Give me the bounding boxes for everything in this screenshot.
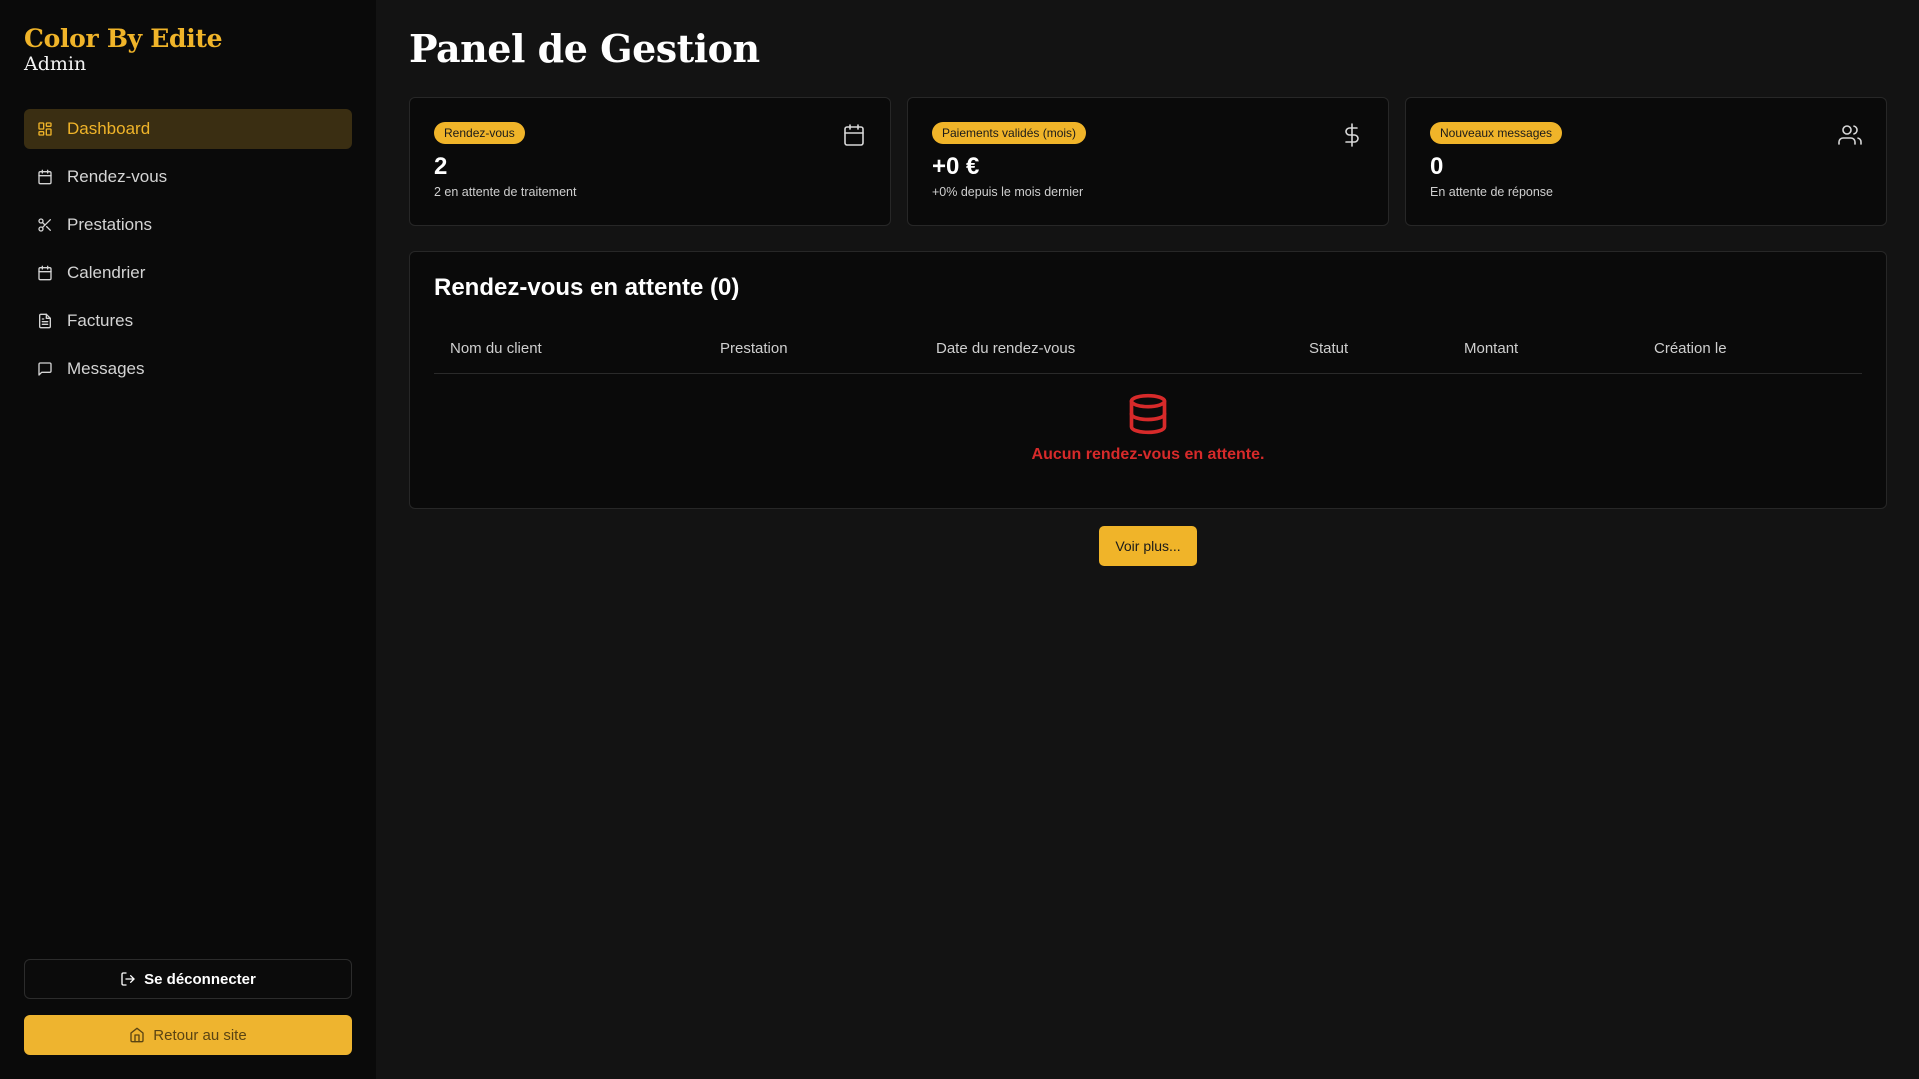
panel-title: Rendez-vous en attente (0) <box>434 274 740 301</box>
stat-subtext: En attente de réponse <box>1430 185 1554 199</box>
see-more-button[interactable]: Voir plus... <box>1099 526 1197 566</box>
logout-button[interactable]: Se déconnecter <box>24 959 352 999</box>
stat-card-messages: Nouveaux messages 0 En attente de répons… <box>1405 97 1887 226</box>
sidebar-item-dashboard[interactable]: Dashboard <box>24 109 352 149</box>
stat-subtext: +0% depuis le mois dernier <box>932 185 1084 199</box>
app-root: Color By Edite Admin Dashboard Rendez-vo… <box>0 0 1919 1079</box>
column-header: Montant <box>1464 340 1519 357</box>
stat-cards: Rendez-vous 2 2 en attente de traitement… <box>409 97 1887 226</box>
calendar-icon <box>844 124 864 146</box>
sidebar-bottom: Se déconnecter Retour au site <box>24 959 352 1055</box>
sidebar-top: Color By Edite Admin Dashboard Rendez-vo… <box>24 24 352 389</box>
sidebar-item-label: Dashboard <box>67 119 151 138</box>
more-wrap: Voir plus... <box>409 526 1887 566</box>
home-icon <box>130 1027 144 1043</box>
log-out-icon <box>121 972 135 986</box>
page-title: Panel de Gestion <box>409 26 760 71</box>
back-to-site-button[interactable]: Retour au site <box>24 1015 352 1055</box>
message-square-icon <box>38 362 52 376</box>
sidebar-item-label: Calendrier <box>67 263 146 282</box>
users-icon <box>1838 125 1862 145</box>
sidebar-item-calendrier[interactable]: Calendrier <box>24 253 352 293</box>
dollar-icon <box>1345 123 1359 147</box>
sidebar-item-label: Factures <box>67 311 134 330</box>
sidebar-item-rendez-vous[interactable]: Rendez-vous <box>24 157 352 197</box>
stat-badge: Paiements validés (mois) <box>932 122 1087 144</box>
stat-value: 0 <box>1430 153 1444 180</box>
logout-label: Se déconnecter <box>144 970 256 988</box>
back-to-site-label: Retour au site <box>153 1026 247 1044</box>
column-header: Statut <box>1309 340 1349 357</box>
stat-subtext: 2 en attente de traitement <box>434 185 577 199</box>
sidebar-item-prestations[interactable]: Prestations <box>24 205 352 245</box>
sidebar-item-label: Messages <box>67 359 145 378</box>
stat-card-paiements: Paiements validés (mois) +0 € +0% depuis… <box>907 97 1389 226</box>
column-header: Prestation <box>720 340 788 357</box>
database-icon <box>1129 393 1167 435</box>
sidebar-item-messages[interactable]: Messages <box>24 349 352 389</box>
column-header: Création le <box>1654 340 1727 357</box>
pending-appointments-panel: Rendez-vous en attente (0) Nom du client… <box>409 251 1887 509</box>
brand-title: Color By Edite <box>24 24 223 53</box>
stat-badge: Rendez-vous <box>434 122 525 144</box>
scissors-icon <box>38 218 51 232</box>
empty-state-text: Aucun rendez-vous en attente. <box>1031 446 1265 463</box>
main-content: Panel de Gestion Rendez-vous 2 2 en atte… <box>376 0 1919 1079</box>
sidebar-item-label: Prestations <box>67 215 153 234</box>
stat-card-rendez-vous: Rendez-vous 2 2 en attente de traitement <box>409 97 891 226</box>
stat-value: 2 <box>434 153 448 180</box>
sidebar-item-factures[interactable]: Factures <box>24 301 352 341</box>
empty-state: Aucun rendez-vous en attente. <box>434 390 1862 464</box>
sidebar-nav: Dashboard Rendez-vous Prestations Calend… <box>24 109 352 389</box>
sidebar-item-label: Rendez-vous <box>67 167 168 186</box>
calendar-icon <box>38 265 52 281</box>
stat-badge: Nouveaux messages <box>1430 122 1563 144</box>
column-header: Date du rendez-vous <box>936 340 1076 357</box>
layout-grid-icon <box>38 122 52 136</box>
file-text-icon <box>39 313 51 329</box>
sidebar: Color By Edite Admin Dashboard Rendez-vo… <box>0 0 376 1079</box>
stat-value: +0 € <box>932 153 980 180</box>
table-header: Nom du client Prestation Date du rendez-… <box>434 324 1862 374</box>
column-header: Nom du client <box>450 340 542 357</box>
calendar-icon <box>38 169 52 185</box>
brand-subtitle: Admin <box>24 53 87 75</box>
